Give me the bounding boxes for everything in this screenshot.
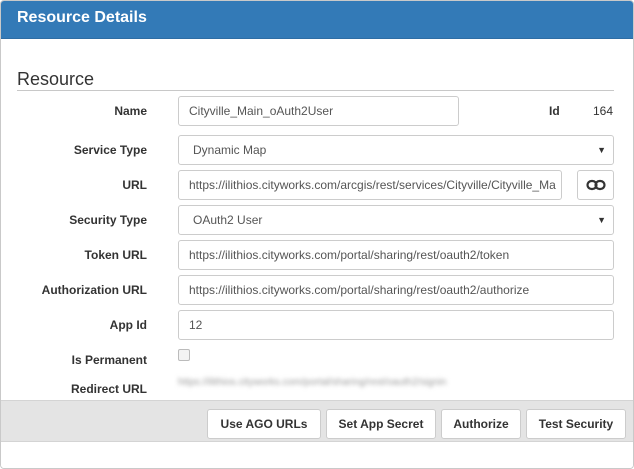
authorize-button[interactable]: Authorize bbox=[441, 409, 521, 439]
service-type-label: Service Type bbox=[73, 143, 147, 157]
set-app-secret-button[interactable]: Set App Secret bbox=[326, 409, 436, 439]
service-type-select[interactable]: Dynamic Map ▼ bbox=[178, 135, 614, 165]
dialog-bottom bbox=[1, 443, 633, 468]
caret-down-icon: ▼ bbox=[597, 145, 606, 155]
resource-details-dialog: Resource Details Resource Name Cityville… bbox=[0, 0, 634, 469]
name-label: Name bbox=[114, 104, 147, 118]
section-divider bbox=[17, 90, 614, 91]
is-permanent-label: Is Permanent bbox=[71, 353, 147, 367]
link-icon bbox=[586, 179, 606, 191]
service-type-value: Dynamic Map bbox=[193, 143, 267, 157]
use-ago-urls-button[interactable]: Use AGO URLs bbox=[207, 409, 321, 439]
security-type-label: Security Type bbox=[69, 213, 147, 227]
id-label: Id bbox=[549, 104, 560, 118]
dialog-title: Resource Details bbox=[17, 9, 147, 26]
security-type-select[interactable]: OAuth2 User ▼ bbox=[178, 205, 614, 235]
section-title: Resource bbox=[17, 69, 95, 89]
app-id-input[interactable]: 12 bbox=[178, 310, 614, 340]
caret-down-icon: ▼ bbox=[597, 215, 606, 225]
security-type-value: OAuth2 User bbox=[193, 213, 263, 227]
url-label: URL bbox=[122, 178, 147, 192]
url-input[interactable]: https://ilithios.cityworks.com/arcgis/re… bbox=[178, 170, 562, 200]
redirect-url-label: Redirect URL bbox=[70, 382, 147, 396]
token-url-input[interactable]: https://ilithios.cityworks.com/portal/sh… bbox=[178, 240, 614, 270]
redirect-url-value: https://ilithios.cityworks.com/portal/sh… bbox=[178, 377, 447, 388]
name-input[interactable]: Cityville_Main_oAuth2User bbox=[178, 96, 459, 126]
is-permanent-checkbox[interactable] bbox=[178, 349, 190, 361]
open-url-button[interactable] bbox=[577, 170, 614, 200]
authorization-url-input[interactable]: https://ilithios.cityworks.com/portal/sh… bbox=[178, 275, 614, 305]
app-id-label: App Id bbox=[109, 318, 147, 332]
authorization-url-label: Authorization URL bbox=[41, 283, 147, 297]
token-url-label: Token URL bbox=[84, 248, 147, 262]
test-security-button[interactable]: Test Security bbox=[526, 409, 626, 439]
dialog-header: Resource Details bbox=[1, 1, 633, 39]
id-value: 164 bbox=[593, 104, 614, 118]
